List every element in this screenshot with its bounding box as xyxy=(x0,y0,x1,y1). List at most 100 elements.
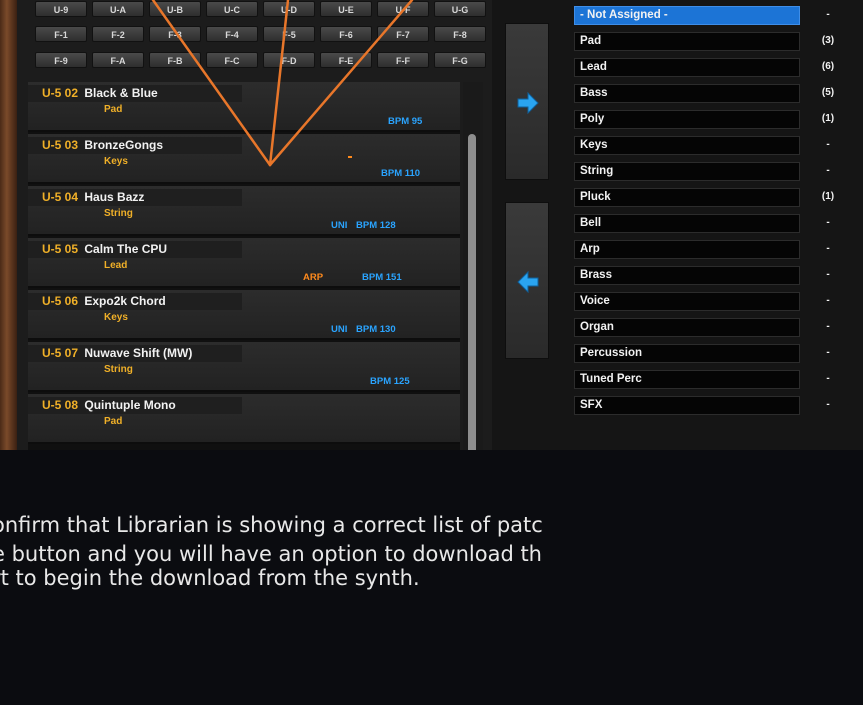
patch-arp-flag: ARP xyxy=(303,272,324,283)
bank-button[interactable]: F-9 xyxy=(35,52,87,68)
patch-item[interactable]: U-5 08 Quintuple Mono Pad xyxy=(28,394,460,444)
category-item-poly[interactable]: Poly xyxy=(574,110,800,129)
category-count: (5) xyxy=(821,87,835,98)
category-item-pad[interactable]: Pad xyxy=(574,32,800,51)
category-count: - xyxy=(826,295,830,306)
bank-button[interactable]: U-9 xyxy=(35,1,87,17)
librarian-screenshot: U-9 U-A U-B U-C U-D U-E U-F U-G F-1 F-2 … xyxy=(0,0,863,450)
patch-bpm: BPM 125 xyxy=(370,376,410,387)
patch-category: String xyxy=(104,364,133,375)
patch-category: Keys xyxy=(104,156,128,167)
bank-button[interactable]: F-3 xyxy=(149,26,201,42)
patch-number: U-5 02 xyxy=(42,86,79,100)
patch-name: Calm The CPU xyxy=(84,242,168,256)
patch-item[interactable]: U-5 05 Calm The CPU Lead ARP BPM 151 xyxy=(28,238,460,288)
patch-list-scrollbar[interactable] xyxy=(463,82,483,450)
bank-button[interactable]: F-G xyxy=(434,52,486,68)
category-item-voice[interactable]: Voice xyxy=(574,292,800,311)
bank-button[interactable]: F-A xyxy=(92,52,144,68)
patch-title: U-5 02 Black & Blue xyxy=(28,85,242,102)
bank-button[interactable]: U-F xyxy=(377,1,429,17)
category-count: - xyxy=(826,139,830,150)
patch-item[interactable]: U-5 06 Expo2k Chord Keys UNI BPM 130 xyxy=(28,290,460,340)
bank-button[interactable]: F-F xyxy=(377,52,429,68)
bank-button[interactable]: F-C xyxy=(206,52,258,68)
wood-side-panel xyxy=(0,0,17,450)
category-count: - xyxy=(826,321,830,332)
category-count: - xyxy=(826,165,830,176)
patch-item[interactable]: U-5 03 BronzeGongs Keys BPM 110 xyxy=(28,134,460,184)
patch-title: U-5 05 Calm The CPU xyxy=(28,241,242,258)
category-list: - Not Assigned - - Pad (3) Lead (6) Bass… xyxy=(560,0,863,450)
patch-name: Nuwave Shift (MW) xyxy=(84,346,193,360)
category-item-string[interactable]: String xyxy=(574,162,800,181)
patch-name: Haus Bazz xyxy=(84,190,145,204)
category-item-organ[interactable]: Organ xyxy=(574,318,800,337)
bank-button[interactable]: U-D xyxy=(263,1,315,17)
category-item-keys[interactable]: Keys xyxy=(574,136,800,155)
category-item-not-assigned[interactable]: - Not Assigned - xyxy=(574,6,800,25)
patch-bpm: BPM 128 xyxy=(356,220,396,231)
caption-line: e button and you will have an option to … xyxy=(0,542,542,566)
patch-category: Lead xyxy=(104,260,128,271)
category-item-bell[interactable]: Bell xyxy=(574,214,800,233)
patch-name: Expo2k Chord xyxy=(84,294,166,308)
patch-name: Quintuple Mono xyxy=(84,398,176,412)
category-count: - xyxy=(826,347,830,358)
scrollbar-thumb[interactable] xyxy=(468,134,476,450)
patch-list: U-5 02 Black & Blue Pad BPM 95 U-5 03 Br… xyxy=(28,82,460,450)
bank-button[interactable]: F-E xyxy=(320,52,372,68)
category-item-sfx[interactable]: SFX xyxy=(574,396,800,415)
patch-number: U-5 05 xyxy=(42,242,79,256)
category-count: (6) xyxy=(821,61,835,72)
bank-button[interactable]: F-D xyxy=(263,52,315,68)
patch-uni-flag: UNI xyxy=(331,324,348,335)
patch-category: Keys xyxy=(104,312,128,323)
bank-button[interactable]: U-A xyxy=(92,1,144,17)
patch-title: U-5 03 BronzeGongs xyxy=(28,137,242,154)
bank-button[interactable]: F-5 xyxy=(263,26,315,42)
patch-uni-flag: UNI xyxy=(331,220,348,231)
bank-button[interactable]: F-2 xyxy=(92,26,144,42)
bank-button[interactable]: U-C xyxy=(206,1,258,17)
bank-button[interactable]: F-4 xyxy=(206,26,258,42)
patch-browser-panel: U-9 U-A U-B U-C U-D U-E U-F U-G F-1 F-2 … xyxy=(17,0,492,450)
bank-button[interactable]: F-7 xyxy=(377,26,429,42)
bank-button[interactable]: F-B xyxy=(149,52,201,68)
patch-item[interactable]: U-5 07 Nuwave Shift (MW) String BPM 125 xyxy=(28,342,460,392)
patch-item[interactable]: U-5 02 Black & Blue Pad BPM 95 xyxy=(28,82,460,132)
category-item-brass[interactable]: Brass xyxy=(574,266,800,285)
patch-title: U-5 08 Quintuple Mono xyxy=(28,397,242,414)
patch-title: U-5 04 Haus Bazz xyxy=(28,189,242,206)
patch-item[interactable]: U-5 04 Haus Bazz String UNI BPM 128 xyxy=(28,186,460,236)
arrow-left-icon xyxy=(517,271,539,293)
category-item-bass[interactable]: Bass xyxy=(574,84,800,103)
category-item-percussion[interactable]: Percussion xyxy=(574,344,800,363)
category-count: (3) xyxy=(821,35,835,46)
category-item-pluck[interactable]: Pluck xyxy=(574,188,800,207)
category-count: - xyxy=(826,243,830,254)
category-count: (1) xyxy=(821,113,835,124)
bank-button[interactable]: U-B xyxy=(149,1,201,17)
category-count: - xyxy=(826,217,830,228)
category-item-lead[interactable]: Lead xyxy=(574,58,800,77)
bank-button[interactable]: F-6 xyxy=(320,26,372,42)
bank-button[interactable]: U-G xyxy=(434,1,486,17)
patch-bpm: BPM 95 xyxy=(388,116,423,127)
caption-line: onfirm that Librarian is showing a corre… xyxy=(0,513,543,537)
category-count: - xyxy=(826,399,830,410)
patch-name: Black & Blue xyxy=(84,86,158,100)
assign-left-button[interactable] xyxy=(505,202,549,359)
category-count: - xyxy=(826,373,830,384)
category-count: - xyxy=(826,269,830,280)
bank-button[interactable]: U-E xyxy=(320,1,372,17)
bank-button[interactable]: F-1 xyxy=(35,26,87,42)
patch-title: U-5 07 Nuwave Shift (MW) xyxy=(28,345,242,362)
category-item-tuned-perc[interactable]: Tuned Perc xyxy=(574,370,800,389)
category-item-arp[interactable]: Arp xyxy=(574,240,800,259)
patch-number: U-5 07 xyxy=(42,346,79,360)
assign-right-button[interactable] xyxy=(505,23,549,180)
category-count: (1) xyxy=(821,191,835,202)
bank-button[interactable]: F-8 xyxy=(434,26,486,42)
arrow-right-icon xyxy=(517,92,539,114)
